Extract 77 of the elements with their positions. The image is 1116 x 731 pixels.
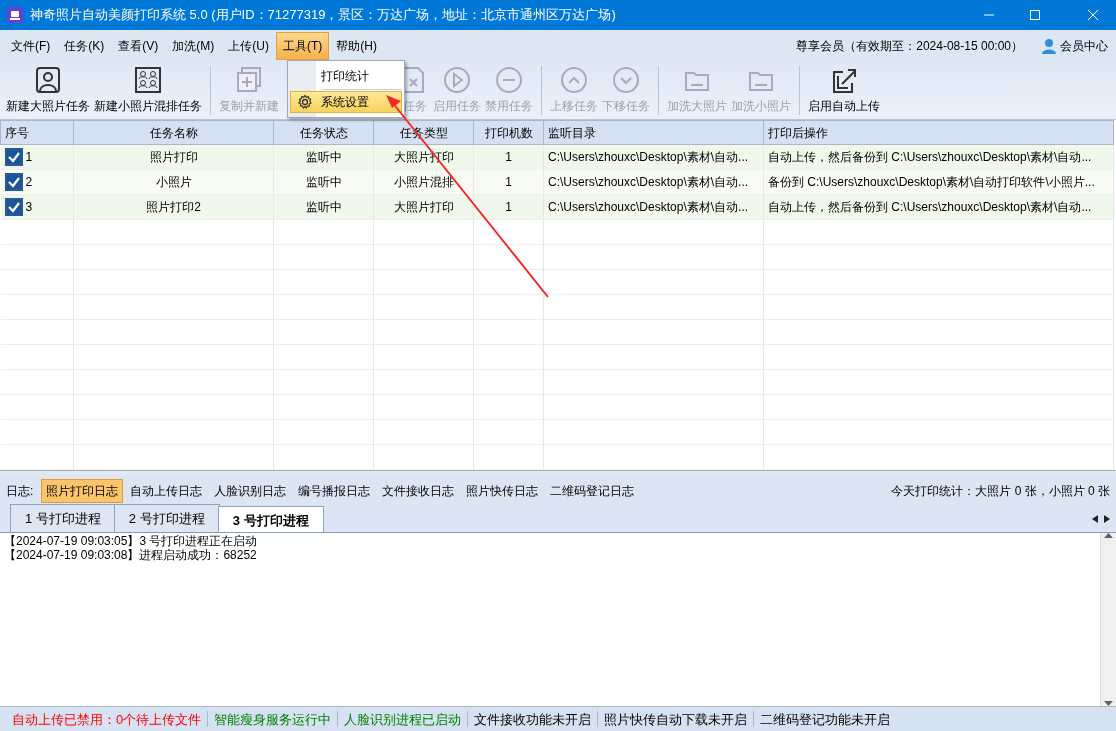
table-cell: 2 [25, 174, 33, 189]
toolbar-button[interactable]: 启用自动上传 [806, 62, 882, 119]
row-checkbox[interactable] [4, 173, 23, 192]
table-cell: 小照片 [155, 175, 192, 189]
gear-icon [297, 94, 313, 111]
menu-item[interactable]: 工具(T) [276, 32, 330, 60]
status-text: 自动上传已禁用：0个待上传文件 [12, 711, 202, 727]
table-cell: 1 [505, 200, 512, 214]
log-button[interactable]: 二维码登记日志 [545, 479, 640, 503]
column-header[interactable]: 任务名称 [73, 120, 274, 145]
row-checkbox[interactable] [4, 198, 23, 217]
play-icon [441, 66, 473, 94]
table-cell: 备份到 C:\Users\zhouxc\Desktop\素材\自动打印软件\小照片... [768, 175, 1095, 189]
scroll-left-icon[interactable] [1092, 515, 1098, 523]
membership-text: 尊享会员（有效期至：2024-08-15 00:00） [796, 38, 1023, 55]
status-text: 文件接收功能未开启 [474, 711, 592, 727]
table-cell: 监听中 [305, 200, 342, 214]
table-cell: 自动上传，然后备份到 C:\Users\zhouxc\Desktop\素材\自动... [768, 150, 1092, 164]
menu-item[interactable]: 任务(K) [57, 32, 112, 60]
log-button[interactable]: 自动上传日志 [125, 479, 208, 503]
table-cell: 1 [505, 175, 512, 189]
check-icon [7, 151, 20, 164]
column-header[interactable]: 打印机数 [473, 120, 544, 145]
log-label: 日志: [6, 483, 34, 500]
member-center-link[interactable]: 会员中心 [1060, 37, 1108, 55]
table-cell: 自动上传，然后备份到 C:\Users\zhouxc\Desktop\素材\自动... [768, 200, 1092, 214]
log-tab[interactable]: 1 号打印进程 [10, 503, 116, 532]
menu-option[interactable]: 系统设置 [290, 91, 402, 113]
status-text: 智能瘦身服务运行中 [214, 711, 332, 727]
menu-item[interactable]: 加洗(M) [165, 32, 222, 60]
app-logo-icon [6, 6, 24, 24]
table-cell: 1 [25, 149, 33, 164]
check-icon [7, 176, 20, 189]
toolbar-button[interactable]: 新建小照片混排任务 [92, 62, 204, 119]
status-text: 照片快传自动下载未开启 [604, 711, 748, 727]
column-header[interactable]: 监听目录 [543, 120, 764, 145]
log-button[interactable]: 人脸识别日志 [209, 479, 292, 503]
status-text: 二维码登记功能未开启 [760, 711, 891, 727]
log-button[interactable]: 照片打印日志 [41, 479, 124, 503]
table-cell: 照片打印2 [146, 200, 201, 214]
close-icon [1088, 10, 1098, 20]
log-line: 【2024-07-19 09:03:05】3 号打印进程正在启动 [4, 534, 259, 548]
table-cell: C:\Users\zhouxc\Desktop\素材\自动... [548, 175, 749, 189]
scroll-right-icon[interactable] [1104, 515, 1110, 523]
table-cell: 小照片混排 [393, 175, 454, 189]
user-icon [1041, 38, 1057, 54]
print-stats-text: 今天打印统计：大照片 0 张，小照片 0 张 [891, 483, 1110, 500]
table-cell: 监听中 [305, 150, 342, 164]
menu-item[interactable]: 上传(U) [221, 32, 276, 60]
table-cell: 3 [25, 199, 33, 214]
table-cell: 照片打印 [149, 150, 198, 164]
menu-item[interactable]: 帮助(H) [329, 32, 384, 60]
toolbar-button[interactable]: 新建大照片任务 [4, 62, 92, 119]
maximize-icon [1030, 10, 1040, 20]
log-line: 【2024-07-19 09:03:08】进程启动成功：68252 [4, 548, 258, 562]
column-header[interactable]: 任务状态 [273, 120, 374, 145]
table-cell: 1 [505, 150, 512, 164]
table-cell: C:\Users\zhouxc\Desktop\素材\自动... [548, 150, 749, 164]
log-tab[interactable]: 3 号打印进程 [217, 506, 324, 532]
column-header[interactable]: 序号 [0, 120, 74, 145]
table-cell: 大照片打印 [393, 200, 454, 214]
menu-item[interactable]: 文件(F) [4, 32, 58, 60]
status-text: 人脸识别进程已启动 [344, 711, 462, 727]
log-button[interactable]: 编号播报日志 [293, 479, 376, 503]
table-cell: C:\Users\zhouxc\Desktop\素材\自动... [548, 200, 749, 214]
menu-item[interactable]: 查看(V) [111, 32, 166, 60]
row-checkbox[interactable] [4, 148, 23, 167]
column-header[interactable]: 打印后操作 [763, 120, 1114, 145]
window-title: 神奇照片自动美颜打印系统 5.0 (用户ID：71277319，景区：万达广场，地址：北京市通州区万达广场) [30, 6, 616, 25]
check-icon [7, 201, 20, 214]
table-cell: 监听中 [305, 175, 342, 189]
log-button[interactable]: 文件接收日志 [377, 479, 460, 503]
log-button[interactable]: 照片快传日志 [461, 479, 544, 503]
menu-option[interactable]: 打印统计 [290, 65, 402, 87]
minus-circle-icon [493, 66, 525, 94]
log-tab[interactable]: 2 号打印进程 [113, 503, 220, 532]
people-grid-icon [132, 66, 164, 94]
